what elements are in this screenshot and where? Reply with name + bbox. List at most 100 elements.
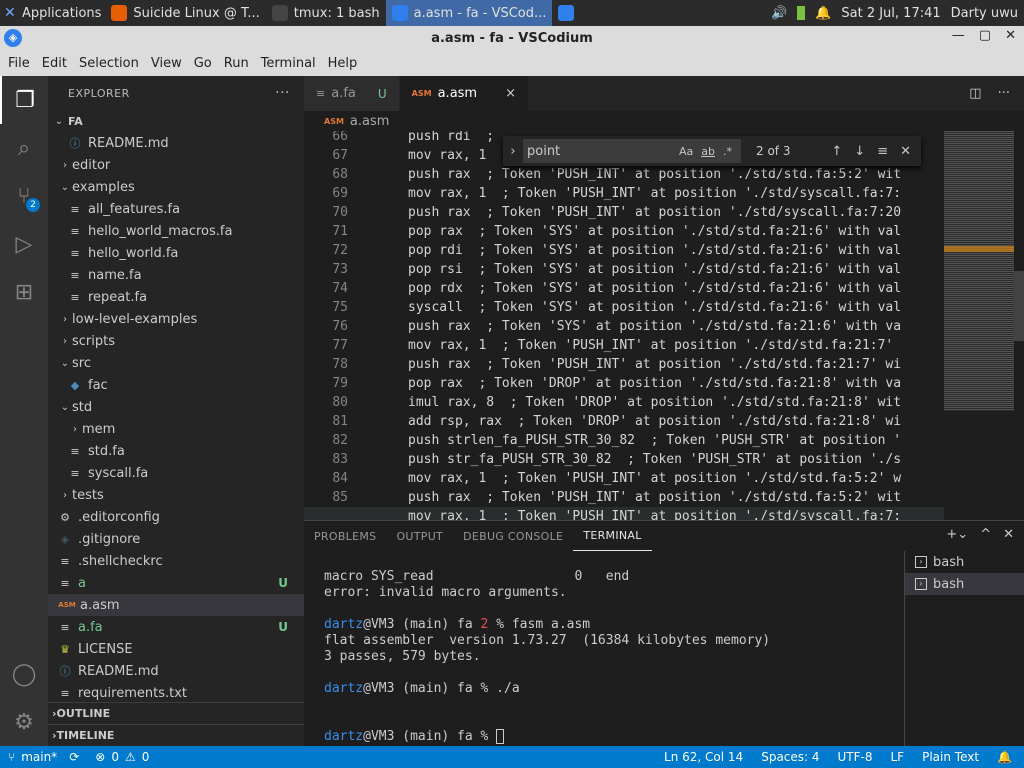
encoding[interactable]: UTF-8 [838,750,873,764]
notification-bell-icon[interactable]: 🔔 [815,6,831,21]
tab-output[interactable]: OUTPUT [386,521,453,551]
user-name[interactable]: Darty uwu [951,6,1018,21]
run-debug-icon[interactable]: ▷ [0,220,48,268]
remote-icon[interactable]: ⑂ [8,750,15,764]
menu-help[interactable]: Help [322,56,364,71]
tab-terminal[interactable]: TERMINAL [573,521,652,551]
tab-a-asm[interactable]: ASM a.asm × [399,76,530,111]
editor-scrollbar[interactable] [1014,131,1024,520]
tree-item[interactable]: ⚙ .editorconfig [48,506,304,528]
extensions-icon[interactable]: ⊞ [0,268,48,316]
close-tab-icon[interactable]: × [505,86,516,101]
tree-item[interactable]: ≡ hello_world_macros.fa [48,220,304,242]
new-terminal-icon[interactable]: +⌄ [946,527,968,542]
tree-item[interactable]: ≡ all_features.fa [48,198,304,220]
taskbar-item[interactable] [552,0,586,26]
tree-item[interactable]: ⌄ examples [48,176,304,198]
taskbar-item[interactable]: a.asm - fa - VSCod... [385,0,553,26]
tree-item[interactable]: ≡ hello_world.fa [48,242,304,264]
minimize-icon[interactable]: — [952,28,965,43]
tree-item[interactable]: ≡ std.fa [48,440,304,462]
tree-item[interactable]: ≡ name.fa [48,264,304,286]
match-case-icon[interactable]: Aa [679,145,693,158]
tree-item[interactable]: ≡ syscall.fa [48,462,304,484]
volume-icon[interactable]: 🔊 [771,6,787,21]
menu-edit[interactable]: Edit [36,56,73,71]
maximize-panel-icon[interactable]: ^ [980,527,991,542]
end-of-line[interactable]: LF [891,750,905,764]
timeline-section[interactable]: › TIMELINE [48,724,304,746]
match-word-icon[interactable]: ab [701,145,715,158]
tree-item[interactable]: ASM a.asm [48,594,304,616]
scrollbar-thumb[interactable] [1014,271,1024,341]
tab-problems[interactable]: PROBLEMS [304,521,386,551]
error-count[interactable]: 0 [111,750,119,764]
explorer-icon[interactable]: ❐ [0,76,48,124]
tree-item[interactable]: › editor [48,154,304,176]
tab-a-fa[interactable]: ≡ a.fa U [304,76,400,111]
next-match-icon[interactable]: ↓ [854,144,865,159]
breadcrumb-file[interactable]: a.asm [350,114,390,129]
more-actions-icon[interactable]: ··· [998,86,1010,101]
tree-item[interactable]: ⓘ README.md [48,660,304,682]
tree-item[interactable]: › mem [48,418,304,440]
tree-item[interactable]: ◆ fac [48,374,304,396]
close-window-icon[interactable]: ✕ [1005,28,1016,43]
notifications-icon[interactable]: 🔔 [997,750,1012,764]
menu-run[interactable]: Run [218,56,255,71]
warnings-icon[interactable]: ⚠ [125,750,136,764]
workspace-root[interactable]: ⌄ FA [48,110,304,132]
git-branch[interactable]: main* [21,750,57,764]
taskbar-item[interactable]: Suicide Linux @ T... [105,0,265,26]
language-mode[interactable]: Plain Text [922,750,979,764]
tree-item[interactable]: ≡ requirements.txt [48,682,304,704]
battery-icon[interactable] [797,6,806,20]
tree-item[interactable]: ≡ a U [48,572,304,594]
indentation[interactable]: Spaces: 4 [761,750,819,764]
tree-item[interactable]: ≡ repeat.fa [48,286,304,308]
menu-go[interactable]: Go [188,56,218,71]
cursor-position[interactable]: Ln 62, Col 14 [664,750,743,764]
close-panel-icon[interactable]: ✕ [1003,527,1014,542]
find-in-selection-icon[interactable]: ≡ [877,144,888,159]
applications-menu[interactable]: ✕ Applications [0,0,105,26]
terminal[interactable]: macro SYS_read 0 end error: invalid macro… [324,569,904,745]
errors-icon[interactable]: ⊗ [95,750,105,764]
tree-item[interactable]: › low-level-examples [48,308,304,330]
maximize-icon[interactable]: ▢ [979,28,991,43]
code-editor[interactable]: 66 push rdi ; 67 mov rax, 1 68 push rax ; Tok… [304,131,944,520]
tree-item[interactable]: ⌄ src [48,352,304,374]
clock[interactable]: Sat 2 Jul, 17:41 [841,6,940,21]
tree-item[interactable]: ♛ LICENSE [48,638,304,660]
minimap-slider[interactable] [944,131,1014,411]
tree-item[interactable]: ≡ a.fa U [48,616,304,638]
menu-selection[interactable]: Selection [73,56,145,71]
previous-match-icon[interactable]: ↑ [831,144,842,159]
tree-item-label: hello_world_macros.fa [88,223,233,239]
split-editor-icon[interactable]: ◫ [969,86,981,101]
taskbar-item[interactable]: tmux: 1 bash [266,0,386,26]
settings-gear-icon[interactable]: ⚙ [0,698,48,746]
tree-item[interactable]: ≡ .shellcheckrc [48,550,304,572]
source-control-icon[interactable]: ⑂ 2 [0,172,48,220]
menu-file[interactable]: File [2,56,36,71]
menu-terminal[interactable]: Terminal [255,56,322,71]
tree-item[interactable]: › scripts [48,330,304,352]
outline-section[interactable]: › OUTLINE [48,702,304,724]
tree-item[interactable]: ⌄ std [48,396,304,418]
sync-icon[interactable]: ⟳ [69,750,79,764]
close-find-icon[interactable]: ✕ [900,144,911,159]
regex-icon[interactable]: .* [723,145,732,158]
tab-debug-console[interactable]: DEBUG CONSOLE [453,521,573,551]
tree-item[interactable]: › tests [48,484,304,506]
more-actions-icon[interactable]: ··· [275,85,290,101]
terminal-instance[interactable]: › bash [905,551,1024,573]
search-icon[interactable]: ⌕ [0,124,48,172]
menu-view[interactable]: View [145,56,188,71]
toggle-replace-icon[interactable]: › [503,144,523,159]
tree-item[interactable]: ◈ .gitignore [48,528,304,550]
terminal-instance[interactable]: › bash [905,573,1024,595]
account-icon[interactable]: ◯ [0,650,48,698]
tree-item[interactable]: ⓘ README.md [48,132,304,154]
warning-count[interactable]: 0 [142,750,150,764]
